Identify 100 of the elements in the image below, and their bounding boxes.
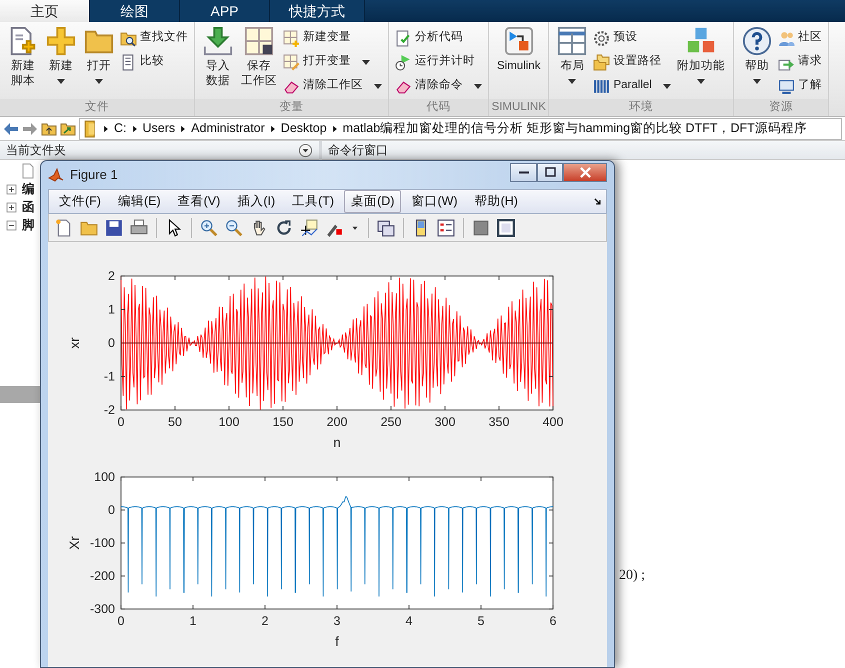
menu-item[interactable]: 查看(V) bbox=[170, 190, 228, 213]
close-button[interactable] bbox=[563, 162, 607, 182]
toolstrip-button[interactable]: 请求 bbox=[776, 51, 824, 73]
analyze-code-icon bbox=[395, 30, 412, 46]
toolstrip-button[interactable]: Parallel bbox=[591, 75, 673, 97]
toolstrip-button[interactable]: 查找文件 bbox=[118, 27, 190, 49]
tree-item[interactable]: 函 bbox=[22, 198, 35, 216]
up-folder-icon[interactable] bbox=[41, 120, 57, 136]
maximize-icon bbox=[544, 167, 556, 177]
tick-label: 100 bbox=[94, 470, 115, 484]
toolstrip-button[interactable]: 新建 脚本 bbox=[4, 26, 42, 99]
command-text: 20) ; bbox=[618, 567, 646, 585]
toolstrip-button[interactable]: 打开 bbox=[80, 26, 118, 99]
tree-item[interactable]: 编 bbox=[22, 180, 35, 198]
new-script-icon bbox=[8, 26, 38, 56]
document-icon bbox=[20, 163, 36, 179]
workspace-save-icon bbox=[244, 26, 274, 56]
toolstrip-button[interactable]: 清除工作区 bbox=[281, 75, 384, 97]
ribbon-tab[interactable]: 快捷方式 bbox=[270, 0, 365, 22]
axis-label: f bbox=[335, 634, 339, 649]
menu-item[interactable]: 插入(I) bbox=[230, 190, 282, 213]
tick-label: 3 bbox=[334, 614, 340, 628]
tick-label: 300 bbox=[434, 415, 456, 429]
menu-item[interactable]: 窗口(W) bbox=[404, 190, 465, 213]
toolstrip-button[interactable]: 了解 bbox=[776, 75, 824, 97]
maximize-button[interactable] bbox=[537, 162, 563, 182]
legend-icon[interactable] bbox=[437, 218, 455, 236]
tick-label: 4 bbox=[406, 614, 412, 628]
import-arrow-icon bbox=[203, 26, 233, 56]
block-diagram-icon bbox=[504, 26, 534, 56]
tick-label: 6 bbox=[550, 614, 556, 628]
menu-item[interactable]: 工具(T) bbox=[285, 190, 342, 213]
printer-icon[interactable] bbox=[130, 218, 148, 236]
tick-label: -100 bbox=[90, 536, 115, 550]
minimize-button[interactable] bbox=[510, 162, 537, 182]
toolstrip-button[interactable]: Simulink bbox=[493, 26, 544, 99]
window-title: Figure 1 bbox=[70, 166, 119, 184]
tick-label: 50 bbox=[168, 415, 182, 429]
collapse-icon[interactable] bbox=[5, 218, 18, 232]
path-segment[interactable]: Administrator bbox=[188, 119, 268, 138]
data-cursor-icon[interactable] bbox=[300, 218, 318, 236]
browse-folder-icon[interactable] bbox=[60, 120, 76, 136]
group-label: 环境 bbox=[549, 99, 733, 116]
tree-item[interactable]: 脚 bbox=[22, 216, 35, 234]
tick-label: -300 bbox=[90, 602, 115, 616]
toolstrip-button[interactable]: 新建变量 bbox=[281, 27, 384, 49]
bars-icon bbox=[593, 78, 610, 94]
back-icon[interactable] bbox=[3, 120, 19, 136]
menu-item[interactable]: 帮助(H) bbox=[468, 190, 525, 213]
toolstrip-button[interactable]: 预设 bbox=[591, 27, 673, 49]
zoom-out-icon[interactable] bbox=[225, 218, 243, 236]
tick-label: 200 bbox=[326, 415, 348, 429]
tick-label: 2 bbox=[108, 269, 115, 283]
group-label: 变量 bbox=[195, 99, 388, 116]
menu-item[interactable]: 编辑(E) bbox=[110, 190, 168, 213]
new-file-icon[interactable] bbox=[55, 218, 73, 236]
toolstrip-button[interactable]: 新建 bbox=[42, 26, 80, 99]
toolstrip-button[interactable]: 分析代码 bbox=[393, 27, 484, 49]
path-segment[interactable]: C: bbox=[111, 119, 130, 138]
group-label: SIMULINK bbox=[489, 99, 548, 116]
dropdown-icon[interactable] bbox=[298, 142, 313, 158]
ribbon-tab[interactable]: 主页 bbox=[0, 0, 90, 22]
toolstrip-button[interactable]: 清除命令 bbox=[393, 75, 484, 97]
group-label: 代码 bbox=[389, 99, 488, 116]
link-icon[interactable] bbox=[377, 218, 395, 236]
tick-label: 100 bbox=[218, 415, 240, 429]
path-segment[interactable]: Desktop bbox=[278, 119, 330, 138]
ribbon-tab[interactable]: 绘图 bbox=[90, 0, 180, 22]
zoom-in-icon[interactable] bbox=[200, 218, 218, 236]
rotate-icon[interactable] bbox=[275, 218, 293, 236]
toolstrip-button[interactable]: 布局 bbox=[553, 26, 592, 99]
toolstrip-button[interactable]: 运行并计时 bbox=[393, 51, 484, 73]
toolstrip-button[interactable]: 设置路径 bbox=[591, 51, 673, 73]
frame-icon[interactable] bbox=[497, 218, 515, 236]
path-segment[interactable]: Users bbox=[140, 119, 178, 138]
dock-icon[interactable] bbox=[593, 196, 603, 206]
close-icon bbox=[580, 166, 590, 178]
people-icon bbox=[778, 30, 795, 46]
save-icon[interactable] bbox=[105, 218, 123, 236]
group-label: 文件 bbox=[0, 99, 194, 116]
path-segment[interactable]: matlab编程加窗处理的信号分析 矩形窗与hamming窗的比较 DTFT，DFT源码程序 bbox=[340, 119, 810, 138]
minimize-icon bbox=[518, 170, 530, 174]
expand-icon[interactable] bbox=[5, 182, 18, 196]
expand-icon[interactable] bbox=[5, 200, 18, 214]
ribbon-tab[interactable]: APP bbox=[180, 0, 270, 22]
new-variable-icon bbox=[283, 30, 300, 46]
toolstrip-button[interactable]: 导入 数据 bbox=[199, 26, 237, 99]
toolstrip-button[interactable]: 社区 bbox=[776, 27, 824, 49]
menu-item[interactable]: 文件(F) bbox=[52, 190, 108, 213]
panel-title: 当前文件夹 bbox=[6, 142, 66, 159]
menu-item[interactable]: 桌面(D) bbox=[344, 190, 402, 213]
toolstrip-button[interactable]: 比较 bbox=[118, 51, 190, 73]
toolstrip-button[interactable]: 保存 工作区 bbox=[237, 26, 281, 99]
tick-label: 0 bbox=[108, 336, 115, 350]
folder-search-icon bbox=[120, 30, 137, 46]
toolstrip-button[interactable]: 帮助 bbox=[738, 26, 776, 99]
toolstrip-button[interactable]: 附加功能 bbox=[672, 26, 729, 99]
square-icon[interactable] bbox=[472, 218, 490, 236]
tick-label: -200 bbox=[90, 569, 115, 583]
toolstrip-button[interactable]: 打开变量 bbox=[281, 51, 384, 73]
